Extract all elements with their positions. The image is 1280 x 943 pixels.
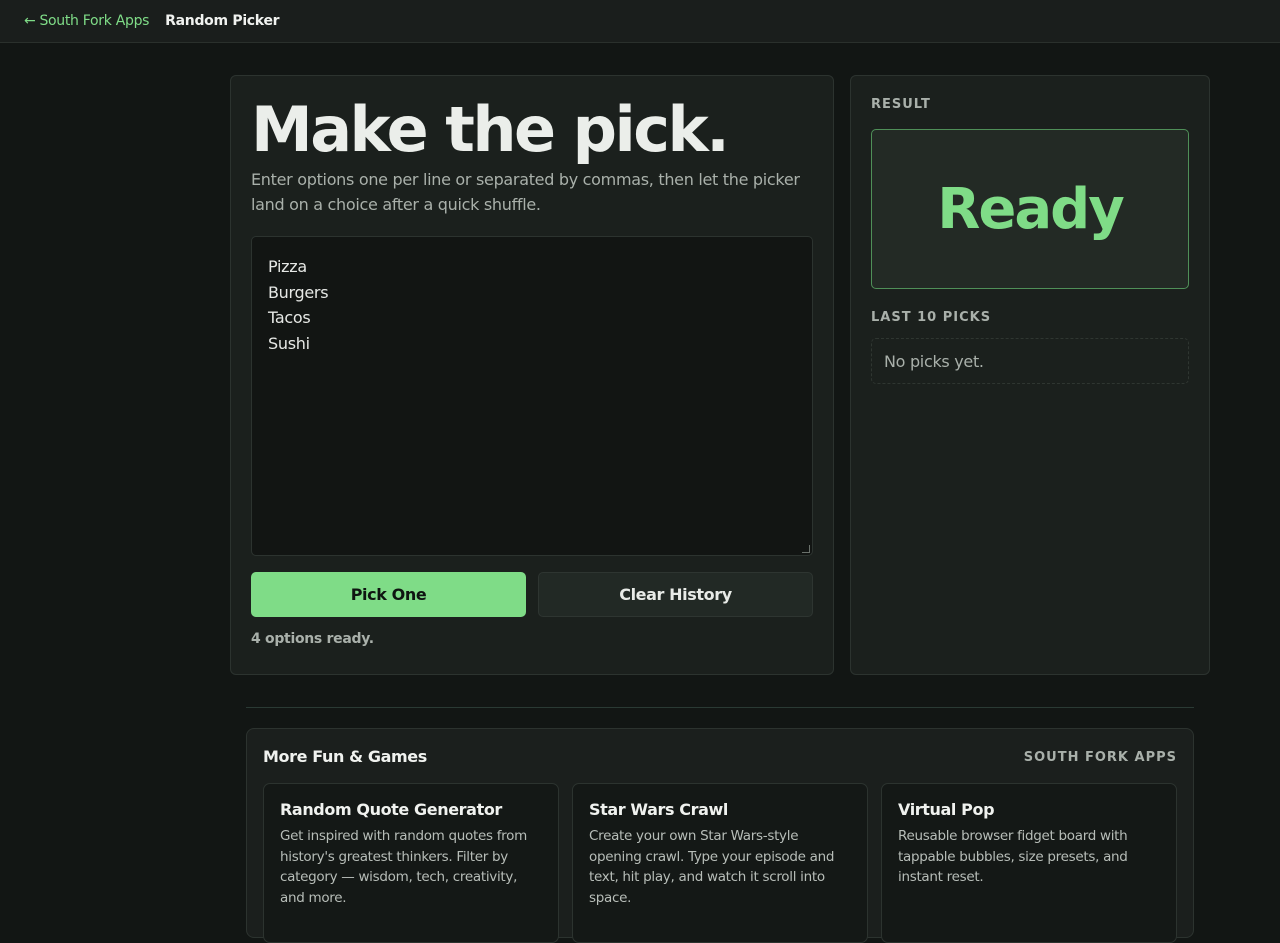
top-bar: ← South Fork Apps Random Picker bbox=[0, 0, 1280, 43]
pick-one-button[interactable]: Pick One bbox=[251, 572, 526, 617]
app-card-virtual-pop[interactable]: Virtual Pop Reusable browser fidget boar… bbox=[881, 783, 1177, 943]
app-card-random-quote-generator[interactable]: Random Quote Generator Get inspired with… bbox=[263, 783, 559, 943]
headline: Make the pick. bbox=[251, 93, 730, 166]
result-label: RESULT bbox=[871, 97, 931, 112]
back-link-label: South Fork Apps bbox=[39, 13, 150, 29]
result-value: Ready bbox=[937, 176, 1124, 242]
result-panel: RESULT Ready LAST 10 PICKS No picks yet. bbox=[850, 75, 1210, 675]
app-card-star-wars-crawl[interactable]: Star Wars Crawl Create your own Star War… bbox=[572, 783, 868, 943]
history-list-empty: No picks yet. bbox=[871, 338, 1189, 384]
instructions-text: Enter options one per line or separated … bbox=[251, 170, 800, 214]
more-apps-title: More Fun & Games bbox=[263, 747, 427, 766]
picker-panel: Make the pick. Enter options one per lin… bbox=[230, 75, 834, 675]
card-description: Get inspired with random quotes from his… bbox=[280, 828, 527, 906]
card-description: Create your own Star Wars-style opening … bbox=[589, 828, 835, 906]
options-status: 4 options ready. bbox=[251, 631, 374, 647]
section-divider bbox=[246, 707, 1194, 708]
card-title: Random Quote Generator bbox=[280, 800, 502, 819]
left-arrow-icon: ← bbox=[24, 13, 36, 29]
clear-history-button[interactable]: Clear History bbox=[538, 572, 813, 617]
more-apps-panel: More Fun & Games SOUTH FORK APPS Random … bbox=[246, 728, 1194, 943]
resize-handle-icon[interactable] bbox=[802, 545, 810, 553]
back-to-south-fork-apps-link[interactable]: ← South Fork Apps bbox=[24, 13, 149, 29]
history-label: LAST 10 PICKS bbox=[871, 310, 992, 325]
options-textarea[interactable]: Pizza Burgers Tacos Sushi bbox=[251, 236, 813, 556]
result-display: Ready bbox=[871, 129, 1189, 289]
card-description: Reusable browser fidget board with tappa… bbox=[898, 828, 1128, 885]
more-apps-brand: SOUTH FORK APPS bbox=[1023, 750, 1177, 765]
card-title: Virtual Pop bbox=[898, 800, 995, 819]
page-title: Random Picker bbox=[165, 13, 280, 29]
card-title: Star Wars Crawl bbox=[589, 800, 728, 819]
